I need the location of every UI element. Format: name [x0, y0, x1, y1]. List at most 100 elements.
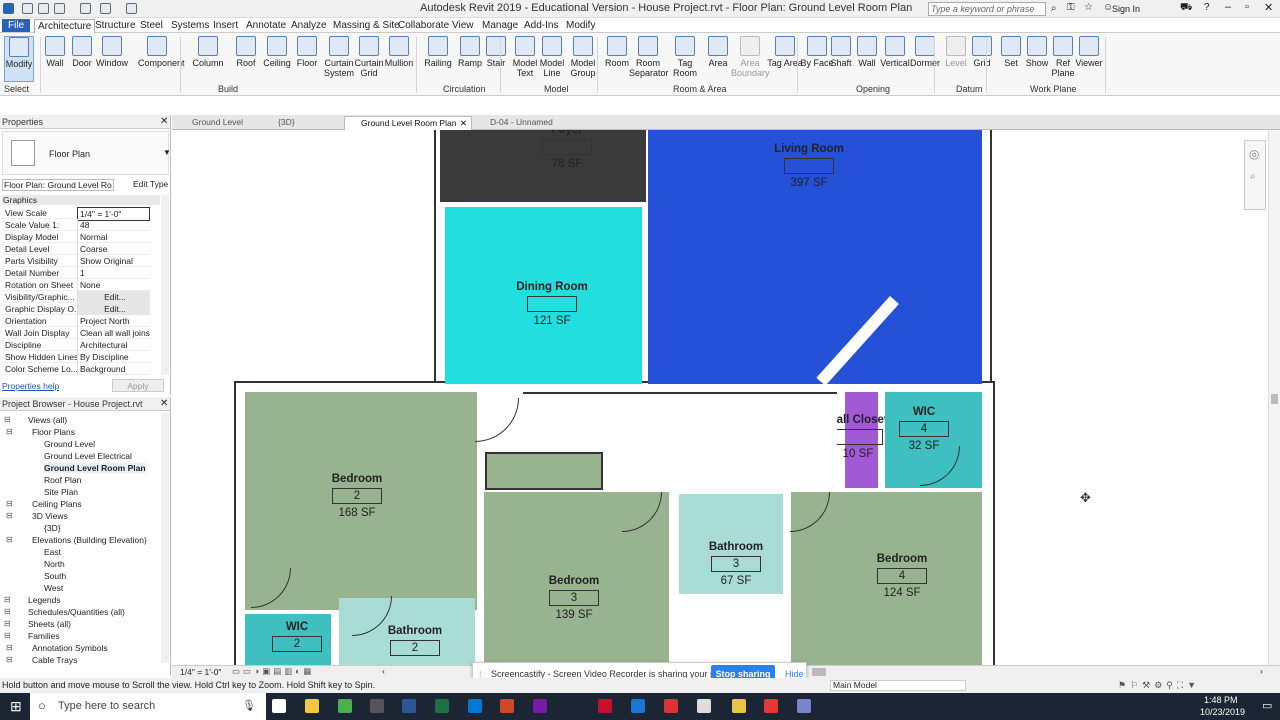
- tree-item[interactable]: Elevations (Building Elevation): [32, 535, 147, 545]
- area-boundary-button[interactable]: Area Boundary: [731, 36, 770, 78]
- scroll-left-icon[interactable]: ‹: [382, 666, 385, 676]
- tree-item[interactable]: 3D Views: [32, 511, 68, 521]
- close-icon[interactable]: ✕: [1264, 1, 1273, 14]
- graphics-section[interactable]: Graphics: [2, 195, 160, 205]
- menu-view[interactable]: View: [449, 19, 477, 32]
- window-button[interactable]: Window: [93, 36, 131, 68]
- excel-icon[interactable]: [435, 699, 449, 713]
- open-icon[interactable]: [22, 3, 33, 14]
- expand-icon[interactable]: ⊟: [4, 619, 11, 628]
- modify-button[interactable]: Modify: [4, 36, 34, 82]
- sign-in-link[interactable]: Sign In: [1112, 4, 1140, 14]
- revit-logo-icon[interactable]: [3, 3, 14, 14]
- tree-item[interactable]: Ceiling Plans: [32, 499, 82, 509]
- component-button[interactable]: Component: [138, 36, 185, 68]
- expand-icon[interactable]: ⊟: [6, 511, 13, 520]
- tree-item[interactable]: Families: [28, 631, 60, 641]
- expand-icon[interactable]: ⊟: [6, 535, 13, 544]
- properties-help-link[interactable]: Properties help: [2, 381, 59, 391]
- close-browser-icon[interactable]: ✕: [160, 398, 168, 409]
- tab-ground-level-room-plan[interactable]: Ground Level Room Plan ✕: [344, 116, 472, 130]
- menu-manage[interactable]: Manage: [479, 19, 521, 32]
- room-bathroom-2-label[interactable]: Bathroom 2: [370, 625, 460, 659]
- viewer-button[interactable]: Viewer: [1070, 36, 1108, 68]
- chrome-icon[interactable]: [338, 699, 352, 713]
- menu-insert[interactable]: Insert: [210, 19, 241, 32]
- tree-item[interactable]: Views (all): [28, 415, 67, 425]
- type-selector[interactable]: Floor Plan ▼: [2, 131, 171, 175]
- tab--3d-[interactable]: {3D}: [262, 116, 344, 130]
- star-icon[interactable]: ☆: [1084, 2, 1093, 13]
- app-icon[interactable]: [664, 699, 678, 713]
- zoom-icon[interactable]: ⌕: [1250, 171, 1256, 182]
- tree-item[interactable]: Ground Level: [44, 439, 95, 449]
- tree-item[interactable]: North: [44, 559, 65, 569]
- tree-item[interactable]: East: [44, 547, 61, 557]
- edit-type-button[interactable]: Edit Type: [133, 179, 168, 189]
- tab-d-04-unnamed[interactable]: D-04 - Unnamed: [474, 116, 574, 130]
- files-icon[interactable]: [697, 699, 711, 713]
- menu-modify[interactable]: Modify: [563, 19, 598, 32]
- scroll-right-icon[interactable]: ›: [1260, 666, 1263, 676]
- property-value[interactable]: Edit...: [77, 291, 150, 303]
- notification-icon[interactable]: ▭: [1262, 699, 1272, 712]
- room-separator-button[interactable]: Room Separator: [629, 36, 669, 78]
- column-button[interactable]: Column: [189, 36, 227, 68]
- close-properties-icon[interactable]: ✕: [160, 116, 168, 127]
- scale-label[interactable]: 1/4" = 1'-0": [180, 667, 221, 677]
- subscription-icon[interactable]: ⚿: [1067, 2, 1075, 13]
- tree-item[interactable]: South: [44, 571, 66, 581]
- autocad-icon[interactable]: [598, 699, 612, 713]
- expand-icon[interactable]: ⊟: [6, 643, 13, 652]
- redo-icon[interactable]: [100, 3, 111, 14]
- tree-item[interactable]: Cable Trays: [32, 655, 77, 665]
- tree-item[interactable]: West: [44, 583, 63, 593]
- expand-icon[interactable]: ⊟: [6, 427, 13, 436]
- steering-wheel-icon[interactable]: ◎: [1249, 147, 1259, 161]
- notes-icon[interactable]: [732, 699, 746, 713]
- onenote-icon[interactable]: [533, 699, 547, 713]
- tree-item[interactable]: Site Plan: [44, 487, 78, 497]
- maximize-icon[interactable]: ▫: [1245, 1, 1249, 13]
- room-living-room-label[interactable]: Living Room 397 SF: [764, 143, 854, 189]
- tab-close-icon[interactable]: ✕: [460, 117, 467, 130]
- browser-icon[interactable]: [797, 699, 811, 713]
- selection-filter-icons[interactable]: ⚑⚐⚒⚙⚲⛶▼: [1118, 678, 1200, 693]
- calculator-icon[interactable]: [370, 699, 384, 713]
- closet-bedroom[interactable]: [485, 452, 603, 490]
- room-wic-2-label[interactable]: WIC 2: [252, 621, 342, 655]
- record-icon[interactable]: [764, 699, 778, 713]
- save-icon[interactable]: [38, 3, 49, 14]
- menu-systems[interactable]: Systems: [168, 19, 212, 32]
- search-input[interactable]: Type a keyword or phrase: [928, 2, 1046, 16]
- edge-icon[interactable]: [468, 699, 482, 713]
- print-icon[interactable]: [126, 3, 137, 14]
- revit-icon[interactable]: [631, 699, 645, 713]
- browser-scrollbar[interactable]: [161, 413, 169, 663]
- word-icon[interactable]: [402, 699, 416, 713]
- tree-item[interactable]: Floor Plans: [32, 427, 75, 437]
- scroll-thumb[interactable]: [1271, 394, 1278, 404]
- expand-icon[interactable]: ⊟: [6, 499, 13, 508]
- room-foyer-label[interactable]: Foyer 78 SF: [522, 130, 612, 170]
- menu-annotate[interactable]: Annotate: [243, 19, 289, 32]
- expand-icon[interactable]: ⊟: [6, 655, 13, 664]
- room-dining-room-label[interactable]: Dining Room 121 SF: [507, 281, 597, 327]
- properties-scrollbar[interactable]: [161, 195, 169, 375]
- menu-massing-site[interactable]: Massing & Site: [330, 19, 403, 32]
- tree-item[interactable]: Legends: [28, 595, 61, 605]
- view-control-icons[interactable]: ▭▭◑▣▤▥◐▦: [232, 666, 314, 677]
- search-icon[interactable]: ⌕: [1051, 3, 1057, 14]
- tree-item[interactable]: Schedules/Quantities (all): [28, 607, 125, 617]
- expand-icon[interactable]: ⊟: [4, 631, 11, 640]
- expand-icon[interactable]: ⊟: [4, 607, 11, 616]
- room-bedroom-2-label[interactable]: Bedroom 2 168 SF: [312, 473, 402, 519]
- clock-date[interactable]: 10/23/2019: [1200, 707, 1245, 717]
- tree-item[interactable]: Sheets (all): [28, 619, 71, 629]
- help-icon[interactable]: ?: [1204, 2, 1210, 13]
- taskbar-search[interactable]: ○ Type here to search 🎙: [30, 693, 266, 720]
- vertical-scrollbar[interactable]: [1268, 130, 1280, 665]
- room-bedroom-4-label[interactable]: Bedroom 4 124 SF: [857, 553, 947, 599]
- property-value[interactable]: Edit...: [77, 303, 150, 315]
- drawing-area[interactable]: Foyer 78 SF Living Room 397 SF Dining Room 12…: [172, 130, 1268, 665]
